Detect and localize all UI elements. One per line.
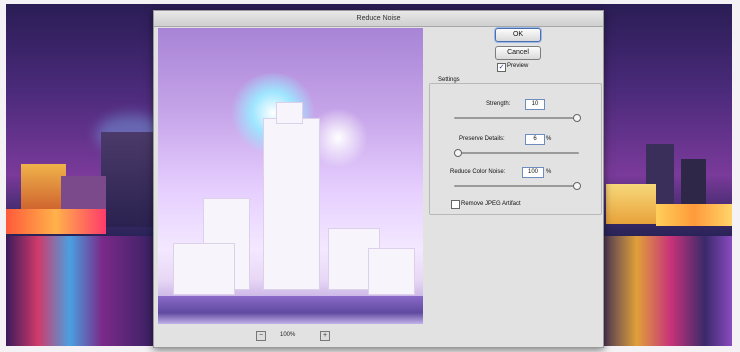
preserve-details-unit: % xyxy=(546,136,552,142)
zoom-in-icon[interactable]: + xyxy=(320,331,330,341)
remove-jpeg-label: Remove JPEG Artifact xyxy=(461,201,521,207)
reduce-color-noise-field[interactable]: 100 xyxy=(522,167,544,178)
strength-field[interactable]: 10 xyxy=(525,99,545,110)
dialog-title[interactable]: Reduce Noise xyxy=(154,11,603,27)
settings-title: Settings xyxy=(436,77,462,83)
zoom-level: 100% xyxy=(280,332,296,338)
reduce-noise-dialog: Reduce Noise − 100% + OK Cancel ✓ Previe… xyxy=(153,10,604,348)
preview-image[interactable] xyxy=(158,28,423,324)
strength-slider-track[interactable] xyxy=(454,117,579,119)
remove-jpeg-checkbox[interactable] xyxy=(451,200,460,209)
reduce-color-noise-unit: % xyxy=(546,169,552,175)
preserve-details-slider-track[interactable] xyxy=(454,152,579,154)
zoom-out-icon[interactable]: − xyxy=(256,331,266,341)
reduce-color-noise-slider-thumb[interactable] xyxy=(573,182,581,190)
cancel-button[interactable]: Cancel xyxy=(495,46,541,60)
preserve-details-label: Preserve Details: xyxy=(459,136,505,142)
preserve-details-field[interactable]: 6 xyxy=(525,134,545,145)
ok-button[interactable]: OK xyxy=(495,28,541,42)
preview-label: Preview xyxy=(507,63,529,69)
reduce-color-noise-slider-track[interactable] xyxy=(454,185,579,187)
strength-label: Strength: xyxy=(486,101,511,107)
zoom-controls: − 100% + xyxy=(158,329,423,343)
preserve-details-slider-thumb[interactable] xyxy=(454,149,462,157)
reduce-color-noise-label: Reduce Color Noise: xyxy=(450,169,506,175)
strength-slider-thumb[interactable] xyxy=(573,114,581,122)
preview-checkbox[interactable]: ✓ xyxy=(497,63,506,72)
